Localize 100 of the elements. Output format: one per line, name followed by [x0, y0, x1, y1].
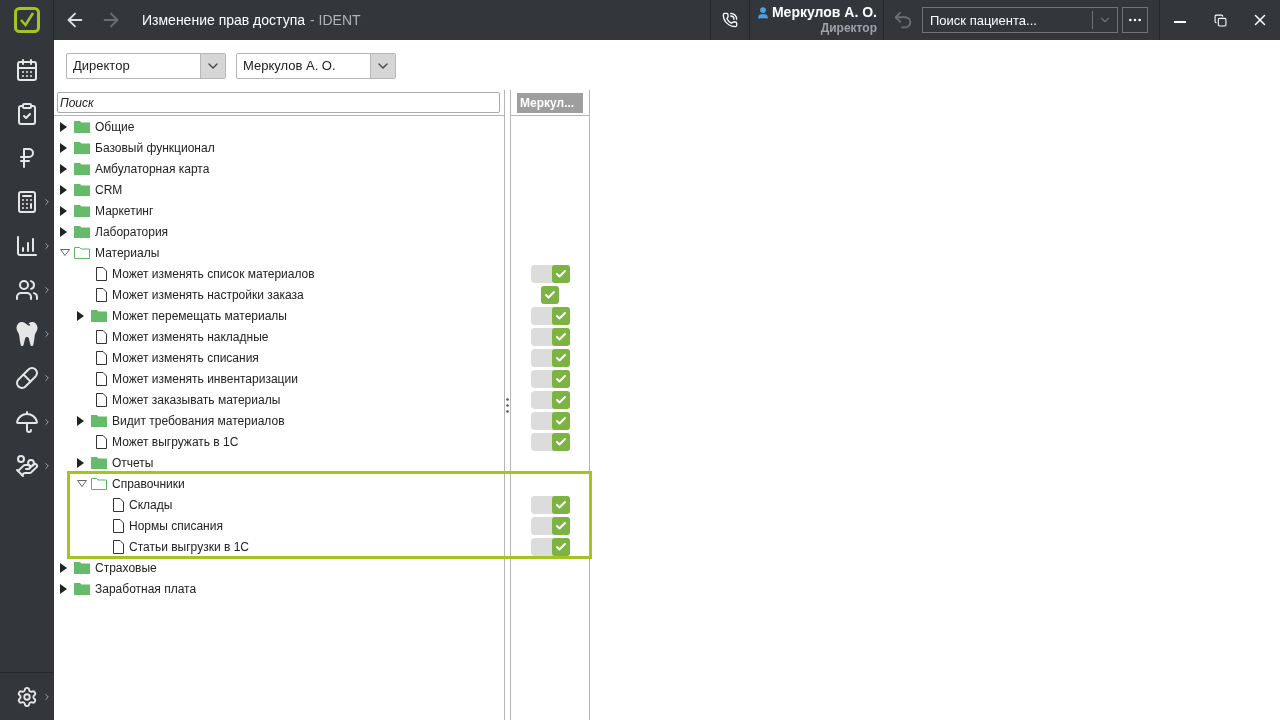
permission-toggle[interactable] — [530, 516, 570, 535]
more-button[interactable] — [1122, 7, 1148, 33]
tooth-icon — [15, 322, 39, 346]
check-icon — [554, 330, 567, 343]
splitter-grip-icon[interactable] — [506, 397, 509, 413]
collapsed-arrow-icon[interactable] — [60, 184, 67, 195]
tree-label[interactable]: Может выгружать в 1С — [111, 432, 239, 451]
calculator-icon — [15, 190, 39, 214]
tree-label[interactable]: Может заказывать материалы — [111, 390, 281, 409]
minimize-icon — [1174, 21, 1186, 23]
folder-icon — [91, 414, 107, 427]
check-icon — [554, 372, 567, 385]
check-icon — [554, 414, 567, 427]
tree-label[interactable]: Может изменять настройки заказа — [111, 285, 304, 304]
tree-label[interactable]: Маркетинг — [94, 201, 154, 220]
tree-label[interactable]: Может перемещать материалы — [111, 306, 287, 325]
tree-label[interactable]: Нормы списания — [128, 516, 223, 535]
tree-label[interactable]: Справочники — [111, 474, 185, 493]
chevron-icon — [42, 692, 52, 702]
chevron-icon — [42, 197, 52, 207]
tree-label[interactable]: Амбулаторная карта — [94, 159, 210, 178]
open-folder-icon — [74, 246, 90, 259]
permission-toggle[interactable] — [530, 264, 570, 283]
folder-icon — [74, 225, 90, 238]
tree-label[interactable]: Может изменять инвентаризации — [111, 369, 298, 388]
tree-label[interactable]: CRM — [94, 180, 123, 199]
document-icon — [96, 392, 107, 407]
check-icon — [554, 498, 567, 511]
bar-chart-icon — [15, 234, 39, 258]
folder-icon — [74, 162, 90, 175]
collapsed-arrow-icon[interactable] — [60, 121, 67, 132]
collapsed-arrow-icon[interactable] — [60, 226, 67, 237]
tree-label[interactable]: Лаборатория — [94, 222, 169, 241]
document-icon — [96, 266, 107, 281]
document-icon — [96, 329, 107, 344]
check-icon — [554, 267, 567, 280]
folder-icon — [74, 120, 90, 133]
permission-checkbox[interactable] — [541, 285, 559, 304]
logo-icon — [13, 7, 40, 33]
document-icon — [96, 371, 107, 386]
chevron-icon — [42, 417, 52, 427]
expanded-arrow-icon[interactable] — [77, 480, 87, 487]
chevron-icon — [42, 241, 52, 251]
tree-label[interactable]: Страховые — [94, 558, 157, 577]
tree-label[interactable]: Общие — [94, 117, 135, 136]
filter-dropdown[interactable]: Директор — [66, 53, 226, 79]
tree-label[interactable]: Базовый функционал — [94, 138, 215, 157]
collapsed-arrow-icon[interactable] — [77, 457, 84, 468]
document-icon — [96, 350, 107, 365]
tree-label[interactable]: Отчеты — [111, 453, 154, 472]
window-title: Изменение прав доступа — [142, 10, 305, 30]
tree-label[interactable]: Может изменять список материалов — [111, 264, 315, 283]
permission-toggle[interactable] — [530, 411, 570, 430]
collapsed-arrow-icon[interactable] — [60, 583, 67, 594]
tree-label[interactable]: Склады — [128, 495, 173, 514]
permission-toggle[interactable] — [530, 369, 570, 388]
folder-icon — [74, 204, 90, 217]
tree-label[interactable]: Статьи выгрузки в 1С — [128, 537, 249, 556]
collapsed-arrow-icon[interactable] — [60, 142, 67, 153]
pill-icon — [15, 366, 39, 390]
open-folder-icon — [91, 477, 107, 490]
folder-icon — [74, 561, 90, 574]
permission-toggle[interactable] — [530, 537, 570, 556]
column-header: Меркул... — [517, 92, 583, 113]
tree-label[interactable]: Материалы — [94, 243, 160, 262]
collapsed-arrow-icon[interactable] — [77, 310, 84, 321]
permission-toggle[interactable] — [530, 327, 570, 346]
tree-label[interactable]: Может изменять накладные — [111, 327, 269, 346]
collapsed-arrow-icon[interactable] — [60, 205, 67, 216]
settings-icon — [16, 685, 38, 708]
document-icon — [113, 539, 124, 554]
permission-toggle[interactable] — [530, 495, 570, 514]
permission-toggle[interactable] — [530, 432, 570, 451]
tree-label[interactable]: Видит требования материалов — [111, 411, 285, 430]
folder-icon — [91, 456, 107, 469]
check-icon — [554, 351, 567, 364]
tree-search-field[interactable]: Поиск — [57, 92, 500, 113]
tree-label[interactable]: Может изменять списания — [111, 348, 259, 367]
people-icon — [15, 278, 39, 302]
umbrella-icon — [15, 410, 39, 434]
collapsed-arrow-icon[interactable] — [60, 562, 67, 573]
chevron-icon — [42, 285, 52, 295]
document-icon — [113, 518, 124, 533]
restore-icon — [1213, 13, 1227, 27]
user-icon — [755, 5, 770, 20]
permission-toggle[interactable] — [530, 306, 570, 325]
filter-dropdown[interactable]: Меркулов А. О. — [236, 53, 396, 79]
calendar-icon — [15, 58, 39, 82]
user-name[interactable]: Меркулов А. О. — [771, 3, 877, 22]
permission-toggle[interactable] — [530, 390, 570, 409]
collapsed-arrow-icon[interactable] — [60, 163, 67, 174]
folder-icon — [74, 582, 90, 595]
chevron-icon — [42, 373, 52, 383]
check-icon — [554, 519, 567, 532]
collapsed-arrow-icon[interactable] — [77, 415, 84, 426]
permission-toggle[interactable] — [530, 348, 570, 367]
chevron-icon — [42, 461, 52, 471]
check-icon — [554, 435, 567, 448]
tree-label[interactable]: Заработная плата — [94, 579, 197, 598]
expanded-arrow-icon[interactable] — [60, 249, 70, 256]
